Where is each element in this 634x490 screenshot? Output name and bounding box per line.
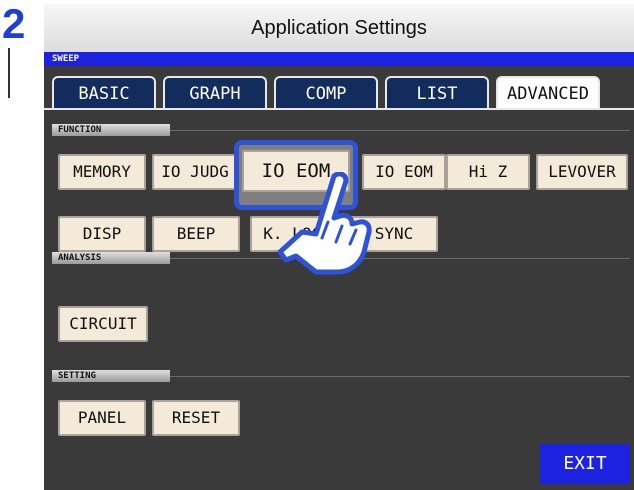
tab-underline — [44, 108, 634, 110]
circuit-button[interactable]: CIRCUIT — [58, 306, 148, 342]
io-judg-button[interactable]: IO JUDG — [152, 154, 238, 190]
step-divider — [8, 48, 10, 98]
panel-button[interactable]: PANEL — [58, 400, 146, 436]
page-title: Application Settings — [44, 4, 634, 52]
tab-comp[interactable]: COMP — [274, 76, 378, 110]
step-number: 2 — [2, 0, 26, 47]
section-function-header: FUNCTION — [52, 124, 170, 136]
levover-button[interactable]: LEVOVER — [536, 154, 628, 190]
tab-basic[interactable]: BASIC — [52, 76, 156, 110]
tab-list[interactable]: LIST — [385, 76, 489, 110]
section-divider — [170, 258, 630, 259]
tab-bar: BASIC GRAPH COMP LIST ADVANCED — [44, 66, 634, 110]
device-screen: Application Settings SWEEP BASIC GRAPH C… — [44, 4, 634, 490]
section-analysis-header: ANALYSIS — [52, 252, 170, 264]
section-setting-header: SETTING — [52, 370, 170, 382]
mode-bar: SWEEP — [44, 52, 634, 66]
section-divider — [170, 376, 630, 377]
tab-advanced[interactable]: ADVANCED — [496, 76, 600, 110]
memory-button[interactable]: MEMORY — [58, 154, 146, 190]
mode-label: SWEEP — [52, 54, 80, 64]
tab-graph[interactable]: GRAPH — [163, 76, 267, 110]
pointing-hand-icon — [277, 172, 372, 275]
disp-button[interactable]: DISP — [58, 216, 146, 252]
section-divider — [170, 130, 630, 131]
beep-button[interactable]: BEEP — [152, 216, 240, 252]
exit-button[interactable]: EXIT — [540, 444, 630, 484]
hi-z-button[interactable]: Hi Z — [446, 154, 530, 190]
step-indicator: 2 — [0, 0, 28, 98]
reset-button[interactable]: RESET — [152, 400, 240, 436]
